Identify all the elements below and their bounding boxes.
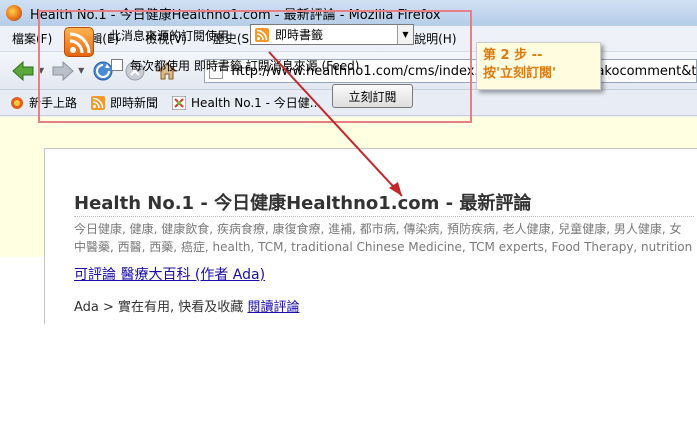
subscribe-using-label: 此消息來源的訂閱使用: [109, 29, 230, 43]
back-arrow-icon: [12, 60, 34, 81]
comment-text: Ada > 實在有用, 快看及收藏: [74, 300, 244, 315]
callout-step: 第 2 步 --: [483, 48, 543, 63]
chevron-down-icon[interactable]: ▼: [397, 25, 413, 44]
feed-rss-icon: [64, 27, 94, 57]
read-comments-link[interactable]: 閱讀評論: [247, 300, 299, 315]
feed-reader-value: 即時書籤: [275, 28, 324, 42]
always-use-checkbox[interactable]: [111, 59, 123, 71]
comment-entry: Ada > 實在有用, 快看及收藏 閱讀評論: [74, 296, 299, 315]
instruction-callout: 第 2 步 -- 按'立刻訂閱': [476, 42, 601, 90]
getting-started-icon: [11, 96, 23, 109]
firefox-icon: [6, 5, 22, 21]
always-use-label: 每次都使用 即時書籤 訂閱消息來源 (Feed): [130, 59, 360, 73]
subscribe-now-button[interactable]: 立刻訂閱: [332, 84, 413, 108]
tags-line: 中醫藥, 西醫, 西藥, 癌症, health, TCM, traditiona…: [74, 240, 693, 254]
back-button[interactable]: [10, 58, 36, 84]
live-bookmark-icon: [255, 27, 269, 42]
page-title: Health No.1 - 今日健康Healthno1.com - 最新評論: [74, 193, 532, 214]
tags-line: 今日健康, 健康, 健康飲食, 疾病食療, 康復食療, 進補, 都市病, 傳染病…: [74, 222, 682, 236]
callout-instruction: 按'立刻訂閱': [483, 66, 556, 81]
feed-reader-select[interactable]: 即時書籤 ▼: [250, 24, 414, 45]
article-link[interactable]: 可評論 醫療大百科 (作者 Ada): [74, 264, 265, 284]
keyword-tags: 今日健康, 健康, 健康飲食, 疾病食療, 康復食療, 進補, 都市病, 傳染病…: [74, 216, 694, 256]
